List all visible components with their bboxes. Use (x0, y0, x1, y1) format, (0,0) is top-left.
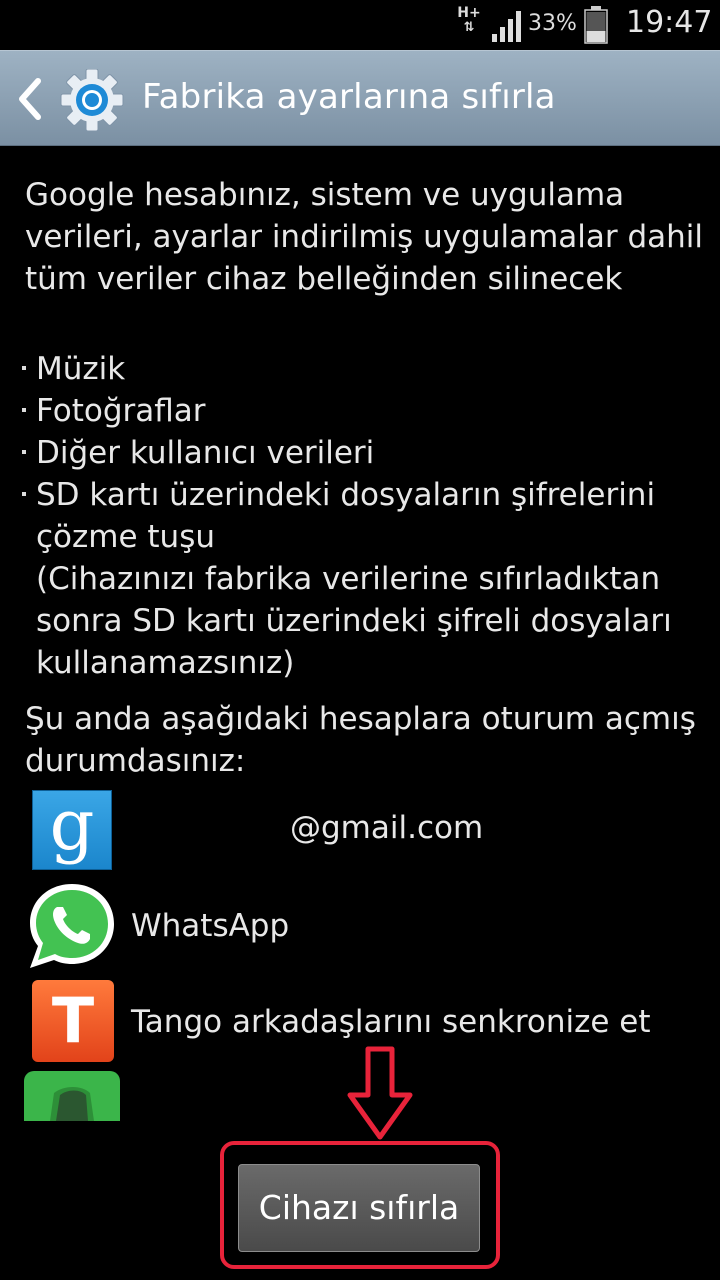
account-label: WhatsApp (131, 908, 290, 944)
account-row-google: g @gmail.com (0, 785, 720, 872)
list-item: SD kartı üzerindeki dosyaların şifreleri… (16, 474, 716, 684)
evernote-icon (24, 1071, 120, 1121)
network-type-icon: H+ ⇅ (454, 6, 484, 44)
tango-icon: T (32, 980, 114, 1062)
whatsapp-icon (30, 884, 114, 968)
list-item-label: SD kartı üzerindeki dosyaların şifreleri… (36, 477, 656, 555)
back-chevron-icon[interactable] (16, 75, 46, 123)
list-item: Fotoğraflar (16, 390, 716, 432)
status-bar: H+ ⇅ 33% 19:47 (0, 0, 720, 50)
list-item: Müzik (16, 348, 716, 390)
bullet-icon (22, 366, 26, 370)
account-label: Tango arkadaşlarını senkronize et (131, 1004, 651, 1040)
list-item-note: (Cihazınızı fabrika verilerine sıfırladı… (36, 561, 672, 681)
account-row-whatsapp: WhatsApp (0, 880, 720, 972)
bullet-icon (22, 408, 26, 412)
list-item: Diğer kullanıcı verileri (16, 432, 716, 474)
list-item-label: Fotoğraflar (36, 393, 206, 429)
reset-device-button[interactable]: Cihazı sıfırla (238, 1164, 480, 1252)
bullet-icon (22, 450, 26, 454)
battery-percent: 33% (528, 11, 577, 36)
page-title: Fabrika ayarlarına sıfırla (142, 77, 556, 117)
list-item-label: Müzik (36, 351, 126, 387)
clock: 19:47 (626, 5, 713, 40)
action-bar: Fabrika ayarlarına sıfırla (0, 50, 720, 146)
bullet-icon (22, 492, 26, 496)
list-item-label: Diğer kullanıcı verileri (36, 435, 375, 471)
logged-in-accounts-text: Şu anda aşağıdaki hesaplara oturum açmış… (25, 701, 696, 779)
signal-strength-icon (492, 11, 521, 42)
data-list: Müzik Fotoğraflar Diğer kullanıcı verile… (16, 348, 716, 684)
network-type-label: H+ (457, 5, 481, 21)
google-icon: g (32, 785, 112, 870)
battery-icon (584, 6, 608, 44)
intro-text: Google hesabınız, sistem ve uygulama ver… (25, 177, 704, 297)
settings-gear-icon[interactable] (56, 69, 128, 131)
account-label: @gmail.com (290, 810, 484, 846)
annotation-arrow-icon (347, 1046, 413, 1140)
